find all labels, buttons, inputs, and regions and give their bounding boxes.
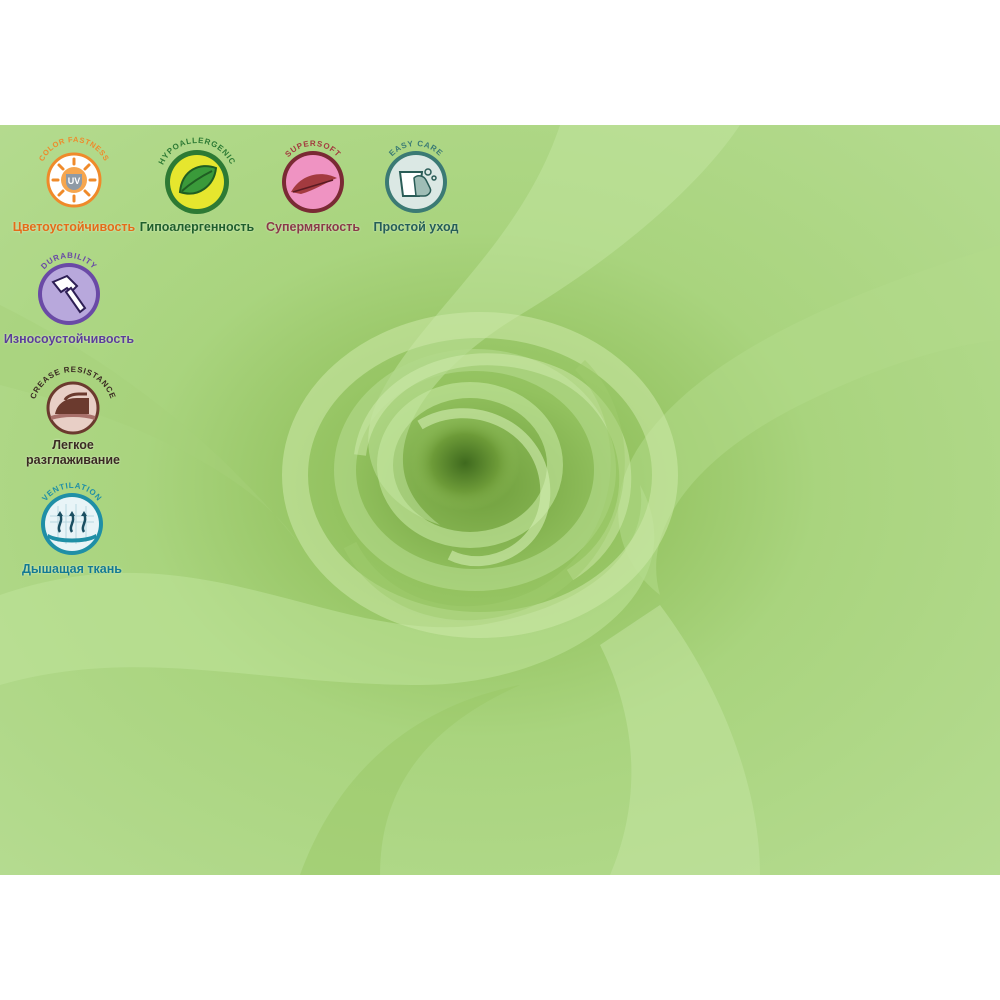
badge-label: Дышащая ткань	[22, 562, 122, 576]
hand-wash-icon: EASY CARE	[385, 139, 447, 213]
sun-uv-icon: COLOR FASTNESS UV	[37, 135, 110, 208]
badge-color-fastness: COLOR FASTNESS UV Цветоустойчивость	[8, 134, 140, 235]
airflow-icon: VENTILATION	[40, 481, 103, 555]
leaf-icon: HYPOALLERGENIC	[157, 136, 236, 214]
badge-easy-care: EASY CARE Простой уход	[364, 134, 468, 235]
badge-label: Простой уход	[373, 220, 459, 234]
fabric-swirl-image	[0, 125, 1000, 875]
hammer-icon: DURABILITY	[38, 251, 100, 325]
badge-label: Гипоалергенность	[139, 220, 255, 234]
badge-label: Цветоустойчивость	[12, 220, 136, 234]
badge-label-line2: разглаживание	[26, 453, 120, 467]
badge-hypoallergenic: HYPOALLERGENIC Гипоалергенность	[135, 134, 259, 235]
badge-label-line1: Легкое	[52, 438, 94, 452]
badge-label: Износоустойчивость	[3, 332, 135, 346]
badge-label: Легкое разглаживание	[26, 438, 120, 468]
badge-crease-resistance: CREASE RESISTANCE Легкое разглаживание	[10, 362, 136, 468]
svg-text:UV: UV	[68, 176, 81, 186]
feather-icon: SUPERSOFT	[282, 139, 344, 213]
badge-supersoft: SUPERSOFT Супермягкость	[262, 134, 364, 235]
badge-label: Супермягкость	[265, 220, 361, 234]
iron-icon: CREASE RESISTANCE	[28, 365, 117, 435]
badge-ventilation: VENTILATION Дышащая ткань	[8, 476, 136, 577]
fabric-photo	[0, 125, 1000, 875]
badge-durability: DURABILITY Износоустойчивость	[0, 246, 138, 347]
